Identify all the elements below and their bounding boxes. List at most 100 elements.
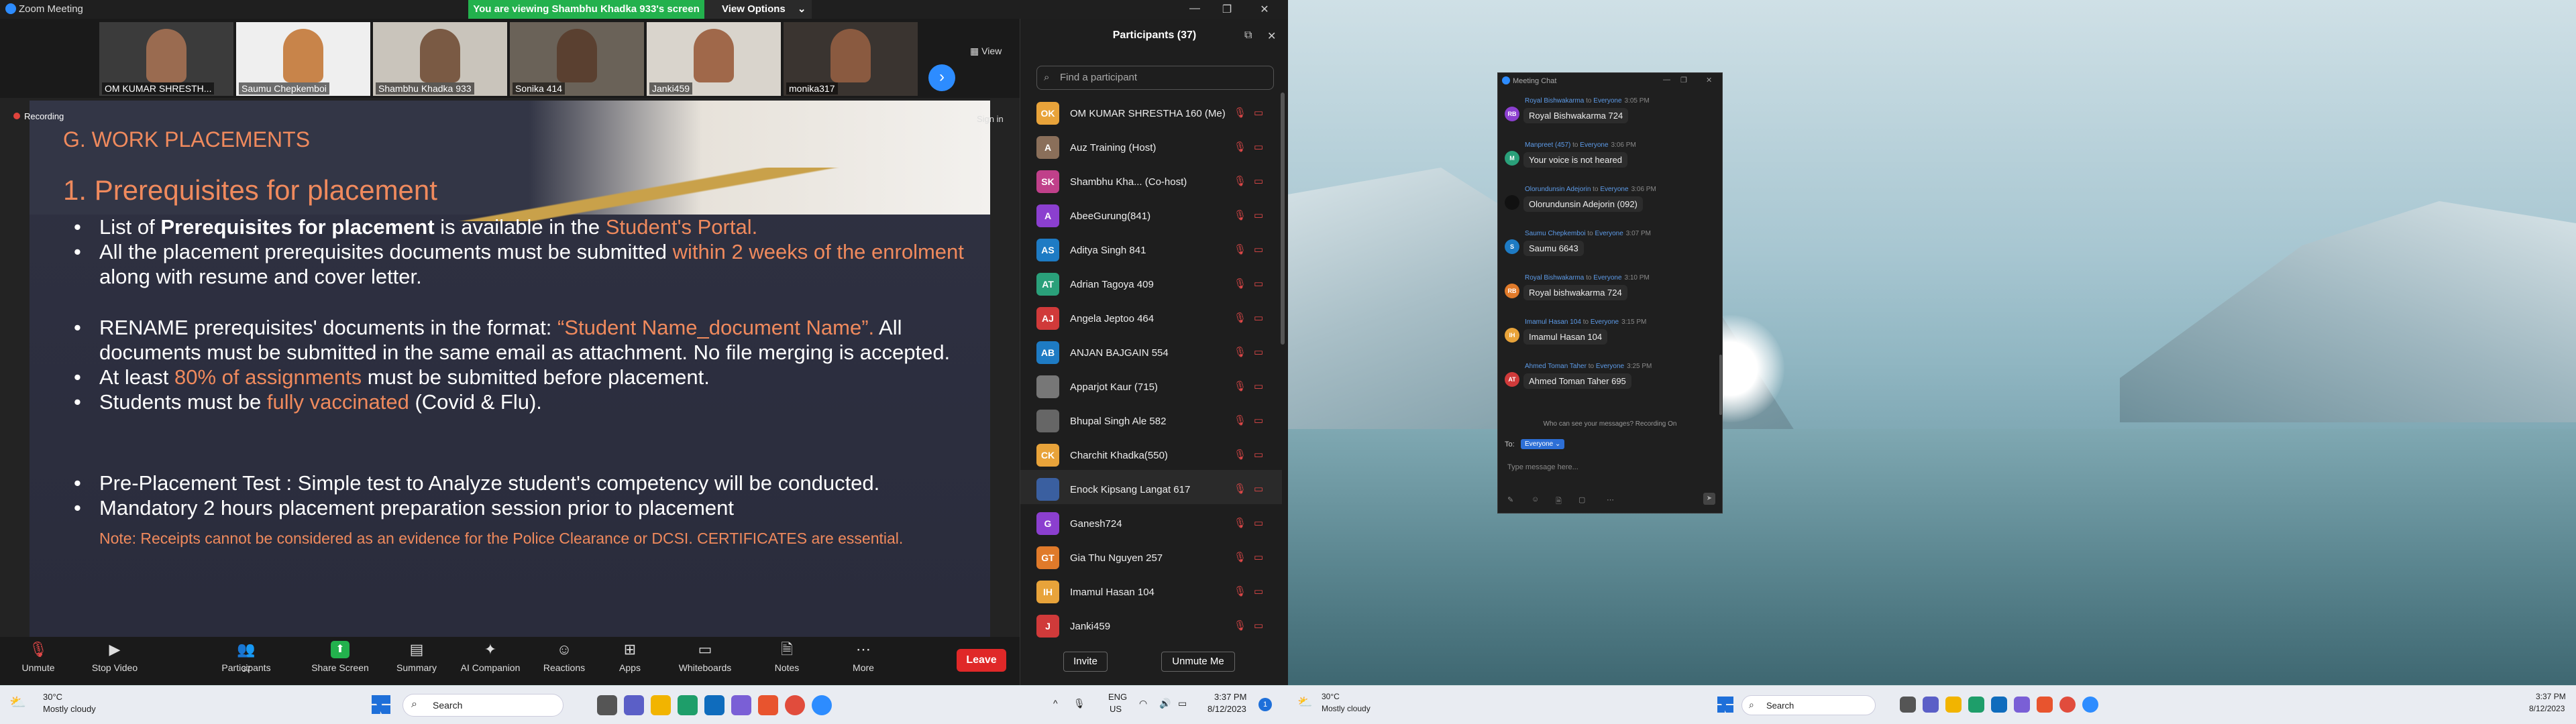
video-off-icon[interactable]: ▭ <box>1254 346 1263 358</box>
mic-off-icon[interactable]: 🎙 <box>1234 551 1246 563</box>
chat-sender[interactable]: Royal Bishwakarma <box>1525 274 1584 282</box>
file-explorer-icon[interactable] <box>1945 697 1962 713</box>
chat-bubble[interactable]: Royal Bishwakarma 724 <box>1523 108 1629 123</box>
participant-row[interactable]: OK OM KUMAR SHRESTHA 160 (Me) 🎙 ▭ <box>1020 94 1282 128</box>
mic-off-icon[interactable]: 🎙 <box>1234 448 1246 461</box>
notes-button[interactable]: 🗎 Notes <box>757 641 817 673</box>
video-off-icon[interactable]: ▭ <box>1254 414 1263 426</box>
close-panel-icon[interactable]: ✕ <box>1267 29 1276 43</box>
mic-off-icon[interactable]: 🎙 <box>1234 107 1246 119</box>
emoji-icon[interactable]: ☺ <box>1532 495 1539 503</box>
brave-icon[interactable] <box>2037 697 2053 713</box>
video-thumbnail[interactable]: monika317 <box>784 22 918 96</box>
video-thumbnail[interactable]: Saumu Chepkemboi <box>236 22 370 96</box>
taskview-icon[interactable] <box>1900 697 1916 713</box>
chat-sender[interactable]: Royal Bishwakarma <box>1525 97 1584 105</box>
windows-start-icon[interactable] <box>372 695 390 714</box>
participant-row[interactable]: Apparjot Kaur (715) 🎙 ▭ <box>1020 367 1282 402</box>
chat-sender[interactable]: Ahmed Toman Taher <box>1525 363 1587 370</box>
taskbar-date[interactable]: 8/12/2023 <box>1208 704 1246 714</box>
restore-icon[interactable]: ❐ <box>1217 3 1237 16</box>
chrome-icon[interactable] <box>2059 697 2076 713</box>
chat-sender[interactable]: Imamul Hasan 104 <box>1525 318 1581 326</box>
restore-icon[interactable]: ❐ <box>1680 76 1687 84</box>
battery-icon[interactable]: ▭ <box>1178 698 1187 709</box>
video-off-icon[interactable]: ▭ <box>1254 175 1263 187</box>
chat-sender[interactable]: Manpreet (457) <box>1525 141 1570 149</box>
mic-off-icon[interactable]: 🎙 <box>1234 346 1246 358</box>
taskview-icon[interactable] <box>597 695 617 715</box>
unmute-me-button[interactable]: Unmute Me <box>1161 652 1235 672</box>
view-options-button[interactable]: View Options ⌄ <box>704 0 812 19</box>
participant-row[interactable]: CK Charchit Khadka(550) 🎙 ▭ <box>1020 436 1282 470</box>
lang-region[interactable]: US <box>1110 704 1122 714</box>
next-thumbnails-icon[interactable]: › <box>928 64 955 91</box>
video-off-icon[interactable]: ▭ <box>1254 107 1263 119</box>
volume-icon[interactable]: 🔊 <box>1159 698 1171 709</box>
chat-notice[interactable]: Who can see your messages? Recording On <box>1498 420 1722 428</box>
file-explorer-icon[interactable] <box>651 695 671 715</box>
video-off-icon[interactable]: ▭ <box>1254 380 1263 392</box>
video-off-icon[interactable]: ▭ <box>1254 483 1263 495</box>
windows-start-icon[interactable] <box>1717 697 1733 713</box>
participant-row[interactable]: A AbeeGurung(841) 🎙 ▭ <box>1020 196 1282 231</box>
video-thumbnail[interactable]: OM KUMAR SHRESTH... <box>99 22 233 96</box>
participant-row[interactable]: Enock Kipsang Langat 617 🎙 ▭ <box>1020 470 1282 504</box>
reactions-button[interactable]: ☺ Reactions <box>534 641 594 673</box>
participant-row[interactable]: AJ Angela Jeptoo 464 🎙 ▭ <box>1020 299 1282 333</box>
taskbar-time[interactable]: 3:37 PM <box>1214 692 1246 702</box>
mic-off-icon[interactable]: 🎙 <box>1234 175 1246 187</box>
participant-row[interactable]: GT Gia Thu Nguyen 257 🎙 ▭ <box>1020 538 1282 572</box>
brave-icon[interactable] <box>758 695 778 715</box>
invite-button[interactable]: Invite <box>1063 652 1108 672</box>
taskbar-search[interactable]: ⌕ Search <box>402 694 564 717</box>
participant-row[interactable]: G Ganesh724 🎙 ▭ <box>1020 504 1282 538</box>
video-thumbnail[interactable]: Shambhu Khadka 933 <box>373 22 507 96</box>
format-icon[interactable]: ✎ <box>1507 495 1513 504</box>
chat-sender[interactable]: Olorundunsin Adejorin <box>1525 186 1591 193</box>
participant-row[interactable]: Bhupal Singh Ale 582 🎙 ▭ <box>1020 402 1282 436</box>
store-icon[interactable] <box>1991 697 2007 713</box>
participant-row[interactable]: AS Aditya Singh 841 🎙 ▭ <box>1020 231 1282 265</box>
mic-off-icon[interactable]: 🎙 <box>1234 141 1246 153</box>
video-off-icon[interactable]: ▭ <box>1254 517 1263 529</box>
stop-video-button[interactable]: ▶ Stop Video <box>85 641 145 673</box>
participant-search-input[interactable]: ⌕ Find a participant <box>1036 66 1274 90</box>
sign-in-link[interactable]: Sign in <box>977 114 1004 124</box>
summary-button[interactable]: ▤ Summary <box>386 641 447 673</box>
participant-row[interactable]: A Auz Training (Host) 🎙 ▭ <box>1020 128 1282 162</box>
store-icon[interactable] <box>704 695 724 715</box>
file-icon[interactable]: 🗎 <box>1556 495 1562 508</box>
video-off-icon[interactable]: ▭ <box>1254 209 1263 221</box>
notification-badge[interactable]: 1 <box>1258 698 1272 711</box>
mic-off-icon[interactable]: 🎙 <box>1234 278 1246 290</box>
video-off-icon[interactable]: ▭ <box>1254 448 1263 461</box>
minimize-icon[interactable]: — <box>1663 76 1670 84</box>
edge-icon[interactable] <box>1968 697 1984 713</box>
zoom-taskbar-icon[interactable] <box>812 695 832 715</box>
video-off-icon[interactable]: ▭ <box>1254 141 1263 153</box>
mic-off-icon[interactable]: 🎙 <box>1234 380 1246 392</box>
video-off-icon[interactable]: ▭ <box>1254 278 1263 290</box>
participant-row[interactable]: J Janki459 🎙 ▭ <box>1020 607 1282 641</box>
minimize-icon[interactable]: — <box>1185 3 1205 15</box>
mic-off-icon[interactable]: 🎙 <box>1234 312 1246 324</box>
chat-bubble[interactable]: Olorundunsin Adejorin (092) <box>1523 196 1643 212</box>
mic-off-icon[interactable]: 🎙 <box>1234 517 1246 529</box>
chat-bubble[interactable]: Your voice is not heared <box>1523 152 1628 168</box>
edge-icon[interactable] <box>678 695 698 715</box>
video-off-icon[interactable]: ▭ <box>1254 619 1263 631</box>
screenshot-icon[interactable]: ▢ <box>1578 495 1585 504</box>
video-off-icon[interactable]: ▭ <box>1254 312 1263 324</box>
close-icon[interactable]: ✕ <box>1254 3 1275 16</box>
apps-button[interactable]: ⊞ Apps <box>600 641 660 673</box>
participant-row[interactable]: AT Adrian Tagoya 409 🎙 ▭ <box>1020 265 1282 299</box>
send-icon[interactable]: ➤ <box>1703 493 1715 505</box>
chevron-up-icon[interactable]: ^ <box>1053 698 1058 709</box>
taskbar-time[interactable]: 3:37 PM <box>2536 692 2566 701</box>
more-icon[interactable]: ⋯ <box>1607 495 1614 504</box>
mic-off-icon[interactable]: 🎙 <box>1234 414 1246 426</box>
share-screen-button[interactable]: ⬆ Share Screen <box>310 641 370 673</box>
recording-indicator[interactable]: Recording <box>13 111 64 121</box>
video-off-icon[interactable]: ▭ <box>1254 551 1263 563</box>
